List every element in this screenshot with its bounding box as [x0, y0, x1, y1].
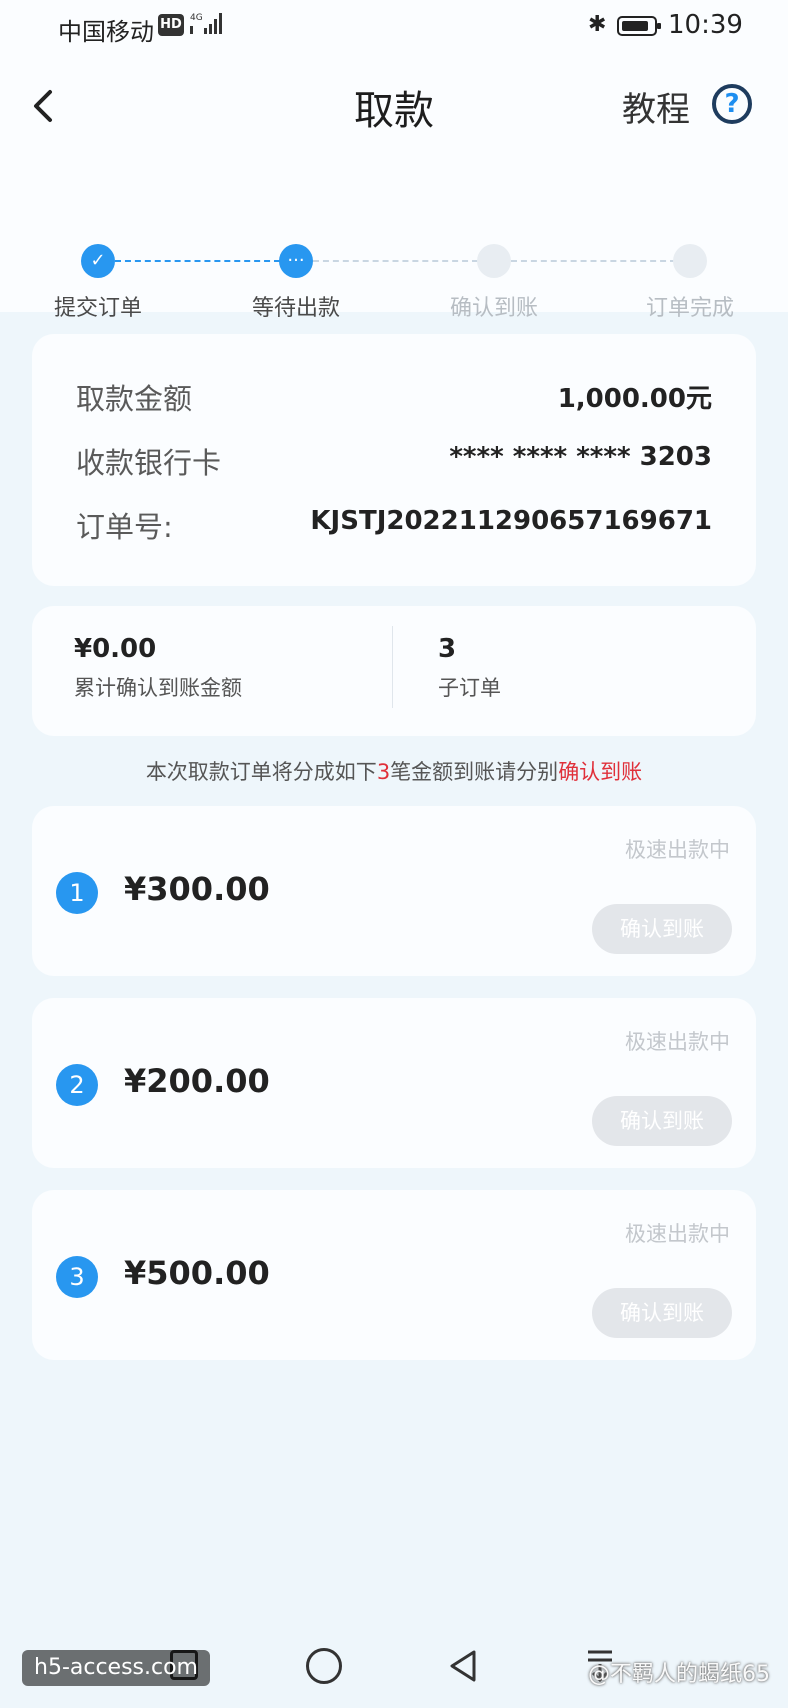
status-bar: 中国移动 HD 4G ✱ 10:39 [0, 0, 788, 56]
sub-order-amount: ¥200.00 [124, 1062, 270, 1100]
confirm-receipt-button[interactable]: 确认到账 [592, 904, 732, 954]
step-submit-order: ✓ 提交订单 [13, 244, 183, 322]
info-row-amount: 取款金额 1,000.00元 [76, 376, 712, 416]
step-order-complete: 订单完成 [605, 244, 775, 322]
confirmed-amount-value: ¥0.00 [74, 634, 157, 664]
split-notice: 本次取款订单将分成如下3笔金额到账请分别确认到账 [0, 756, 788, 786]
order-label: 订单号: [76, 510, 173, 544]
battery-icon [617, 16, 661, 36]
step-label: 确认到账 [449, 296, 538, 321]
divider [392, 626, 393, 708]
signal-icon: 4G [190, 13, 222, 34]
order-index-badge: 2 [56, 1064, 98, 1106]
confirmed-amount-label: 累计确认到账金额 [74, 676, 242, 700]
svg-text:4G: 4G [190, 13, 203, 23]
confirmed-amount: ¥0.00 累计确认到账金额 [74, 634, 242, 702]
suborder-count-label: 子订单 [438, 676, 501, 700]
pending-dot-icon [673, 244, 707, 278]
withdraw-info-card: 取款金额 1,000.00元 收款银行卡 **** **** **** 3203… [32, 334, 756, 586]
nav-back-icon[interactable] [444, 1646, 484, 1686]
order-index-badge: 1 [56, 872, 98, 914]
step-label: 等待出款 [251, 296, 340, 321]
tutorial-link[interactable]: 教程 [622, 82, 690, 131]
notice-middle: 笔金额到账请分别 [390, 760, 559, 784]
notice-action: 确认到账 [558, 760, 643, 784]
payout-status: 极速出款中 [625, 1222, 730, 1246]
summary-card: ¥0.00 累计确认到账金额 3 子订单 [32, 606, 756, 736]
card-label: 收款银行卡 [76, 446, 222, 480]
suborder-count: 3 子订单 [438, 634, 501, 702]
amount-label: 取款金额 [76, 382, 193, 416]
check-icon: ✓ [81, 244, 115, 278]
suborder-count-value: 3 [438, 634, 457, 664]
system-nav-bar: h5-access.com @不羁人的蝎纸65 [0, 1634, 788, 1708]
sub-order-card: 2 ¥200.00 极速出款中 确认到账 [32, 998, 756, 1168]
info-row-order: 订单号: KJSTJ2022112906571696​71 [76, 504, 712, 544]
site-watermark: h5-access.com [22, 1650, 210, 1686]
author-watermark: @不羁人的蝎纸65 [588, 1662, 770, 1687]
notice-count: 3 [376, 760, 391, 784]
hd-icon: HD [158, 14, 184, 36]
order-index-badge: 3 [56, 1256, 98, 1298]
page-header: 取款 教程 ? ✓ 提交订单 ··· 等待出款 确认到账 订单完成 [0, 56, 788, 321]
sub-order-amount: ¥300.00 [124, 870, 270, 908]
notice-prefix: 本次取款订单将分成如下 [145, 760, 377, 784]
step-awaiting-payout: ··· 等待出款 [211, 244, 381, 322]
bluetooth-icon: ✱ [588, 12, 607, 37]
help-icon[interactable]: ? [712, 84, 752, 124]
payout-status: 极速出款中 [625, 838, 730, 862]
info-row-card: 收款银行卡 **** **** **** 3203 [76, 440, 712, 480]
ellipsis-icon: ··· [279, 244, 313, 278]
step-label: 提交订单 [53, 296, 142, 321]
carrier-name: 中国移动 [58, 18, 154, 46]
order-value: KJSTJ2022112906571696​71 [310, 506, 712, 536]
confirm-receipt-button[interactable]: 确认到账 [592, 1288, 732, 1338]
amount-value: 1,000.00元 [557, 384, 712, 414]
step-confirm-receipt: 确认到账 [409, 244, 579, 322]
step-label: 订单完成 [645, 296, 734, 321]
sub-order-amount: ¥500.00 [124, 1254, 270, 1292]
progress-steps: ✓ 提交订单 ··· 等待出款 确认到账 订单完成 [0, 192, 788, 321]
home-icon[interactable] [306, 1648, 342, 1684]
sub-order-card: 3 ¥500.00 极速出款中 确认到账 [32, 1190, 756, 1360]
clock: 10:39 [668, 10, 743, 40]
card-value: **** **** **** 3203 [449, 442, 712, 472]
confirm-receipt-button[interactable]: 确认到账 [592, 1096, 732, 1146]
sub-order-card: 1 ¥300.00 极速出款中 确认到账 [32, 806, 756, 976]
pending-dot-icon [477, 244, 511, 278]
payout-status: 极速出款中 [625, 1030, 730, 1054]
